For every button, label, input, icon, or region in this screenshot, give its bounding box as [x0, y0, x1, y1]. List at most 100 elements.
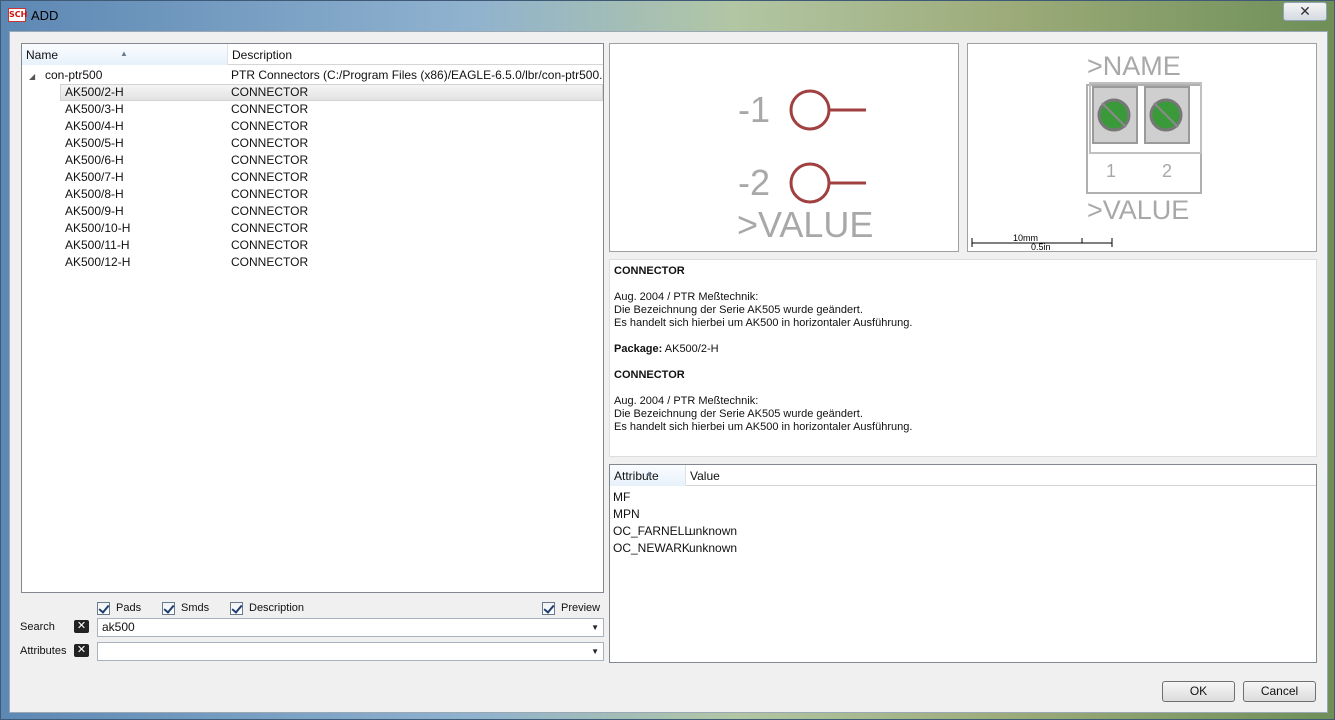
pads-checkbox[interactable]: Pads: [97, 600, 141, 616]
attributes-combobox[interactable]: ▼: [97, 642, 604, 661]
collapse-arrow-icon[interactable]: ◢: [29, 68, 45, 85]
device-name: AK500/9-H: [65, 204, 124, 218]
attribute-name: MF: [613, 490, 631, 504]
device-name: AK500/12-H: [65, 255, 131, 269]
device-description: CONNECTOR: [231, 102, 309, 116]
dropdown-arrow-icon[interactable]: ▼: [591, 619, 599, 636]
tree-row[interactable]: AK500/7-H CONNECTOR: [22, 169, 603, 186]
pin2-label: -2: [738, 162, 770, 203]
package-drawing: >NAME 1 2 >VALUE 10mm 0.5in: [971, 51, 1202, 252]
scale-in-label: 0.5in: [1031, 242, 1051, 251]
device-name: AK500/4-H: [65, 119, 124, 133]
attributes-table[interactable]: ▲ Attribute Value MF MPN OC_FARNELL unknown…: [609, 464, 1317, 663]
attribute-name: OC_NEWARK: [613, 541, 690, 555]
device-name: AK500/6-H: [65, 153, 124, 167]
symbol-drawing: -1 -2 >VALUE: [737, 89, 873, 245]
tree-row[interactable]: AK500/6-H CONNECTOR: [22, 152, 603, 169]
device-name: AK500/10-H: [65, 221, 131, 235]
tree-rows: ◢ con-ptr500 PTR Connectors (C:/Program F…: [22, 67, 603, 271]
device-description: CONNECTOR: [231, 221, 309, 235]
dialog-client-area: ▲ Name Description ◢ con-ptr500 PTR Conne…: [9, 31, 1328, 713]
checkbox-checked-icon: [97, 601, 110, 615]
device-name: AK500/2-H: [65, 85, 124, 99]
attribute-row[interactable]: OC_NEWARK unknown: [610, 540, 1316, 557]
device-description: CONNECTOR: [231, 187, 309, 201]
symbol-preview: -1 -2 >VALUE: [609, 43, 959, 252]
attribute-value: unknown: [689, 541, 738, 555]
device-name: AK500/3-H: [65, 102, 124, 116]
library-tree[interactable]: ▲ Name Description ◢ con-ptr500 PTR Conne…: [21, 43, 604, 593]
tree-row[interactable]: AK500/2-H CONNECTOR: [22, 84, 603, 101]
ok-button[interactable]: OK: [1162, 681, 1235, 702]
device-name: AK500/5-H: [65, 136, 124, 150]
package-label: Package:: [614, 343, 663, 355]
tree-row[interactable]: AK500/8-H CONNECTOR: [22, 186, 603, 203]
smds-label: Smds: [181, 602, 210, 614]
description-title: CONNECTOR: [614, 265, 685, 277]
device-description: CONNECTOR: [231, 204, 309, 218]
tree-row[interactable]: AK500/11-H CONNECTOR: [22, 237, 603, 254]
column-header-name-label: Name: [26, 48, 59, 62]
preview-checkbox[interactable]: Preview: [542, 600, 600, 616]
title-bar[interactable]: SCH ADD ✕: [1, 1, 1334, 31]
add-dialog-window: SCH ADD ✕ ▲ Name Description ◢ con-ptr500…: [0, 0, 1335, 720]
pin1-label: -1: [738, 89, 770, 130]
search-input[interactable]: ak500: [102, 620, 135, 634]
attribute-name: MPN: [613, 507, 640, 521]
description-text: Die Bezeichnung der Serie AK505 wurde ge…: [614, 408, 863, 420]
pad2-number: 2: [1162, 161, 1172, 181]
attribute-value: unknown: [689, 524, 738, 538]
device-name: AK500/8-H: [65, 187, 124, 201]
column-header-attribute[interactable]: ▲ Attribute: [610, 465, 686, 486]
description-text: Es handelt sich hierbei um AK500 in hori…: [614, 317, 913, 329]
attribute-row[interactable]: MF: [610, 489, 1316, 506]
smds-checkbox[interactable]: Smds: [162, 600, 209, 616]
device-description: CONNECTOR: [231, 238, 309, 252]
tree-row[interactable]: AK500/12-H CONNECTOR: [22, 254, 603, 271]
close-button[interactable]: ✕: [1283, 2, 1327, 21]
pad1-number: 1: [1106, 161, 1116, 181]
description-checkbox[interactable]: Description: [230, 600, 304, 616]
cancel-button[interactable]: Cancel: [1243, 681, 1316, 702]
checkbox-checked-icon: [542, 601, 555, 615]
attribute-row[interactable]: MPN: [610, 506, 1316, 523]
tree-row[interactable]: AK500/5-H CONNECTOR: [22, 135, 603, 152]
dropdown-arrow-icon[interactable]: ▼: [591, 643, 599, 660]
tree-row[interactable]: AK500/4-H CONNECTOR: [22, 118, 603, 135]
search-label: Search: [20, 621, 55, 633]
tree-row[interactable]: AK500/10-H CONNECTOR: [22, 220, 603, 237]
description-panel: CONNECTOR Aug. 2004 / PTR Meßtechnik: Di…: [609, 259, 1317, 457]
attributes-label: Attributes: [20, 645, 67, 657]
attribute-name: OC_FARNELL: [613, 524, 692, 538]
library-name: con-ptr500: [45, 68, 103, 82]
clear-attributes-icon[interactable]: ✕: [74, 644, 89, 657]
attribute-row[interactable]: OC_FARNELL unknown: [610, 523, 1316, 540]
device-description: CONNECTOR: [231, 85, 309, 99]
column-header-name[interactable]: ▲ Name: [22, 44, 228, 65]
column-header-value[interactable]: Value: [686, 465, 720, 486]
pin1-circle: [789, 89, 831, 131]
device-name: AK500/7-H: [65, 170, 124, 184]
pin2-circle: [789, 162, 831, 204]
description-text: Aug. 2004 / PTR Meßtechnik:: [614, 291, 759, 303]
device-description: CONNECTOR: [231, 170, 309, 184]
attributes-header: ▲ Attribute Value: [610, 465, 1316, 486]
sort-ascending-icon: ▲: [120, 49, 128, 58]
device-name: AK500/11-H: [65, 238, 130, 252]
search-combobox[interactable]: ak500 ▼: [97, 618, 604, 637]
preview-label: Preview: [561, 602, 601, 614]
tree-row[interactable]: AK500/3-H CONNECTOR: [22, 101, 603, 118]
column-header-description[interactable]: Description: [228, 44, 604, 65]
device-description: CONNECTOR: [231, 153, 309, 167]
clear-search-icon[interactable]: ✕: [74, 620, 89, 633]
package-name-label: >NAME: [1087, 51, 1181, 81]
checkbox-checked-icon: [162, 601, 175, 615]
description-text: Es handelt sich hierbei um AK500 in hori…: [614, 421, 913, 433]
tree-root-library[interactable]: ◢ con-ptr500 PTR Connectors (C:/Program F…: [22, 67, 603, 84]
sort-ascending-icon: ▲: [645, 469, 653, 478]
symbol-value-label: >VALUE: [737, 204, 873, 245]
window-title: ADD: [31, 8, 59, 23]
pads-label: Pads: [116, 602, 142, 614]
tree-row[interactable]: AK500/9-H CONNECTOR: [22, 203, 603, 220]
description-text: Aug. 2004 / PTR Meßtechnik:: [614, 395, 759, 407]
